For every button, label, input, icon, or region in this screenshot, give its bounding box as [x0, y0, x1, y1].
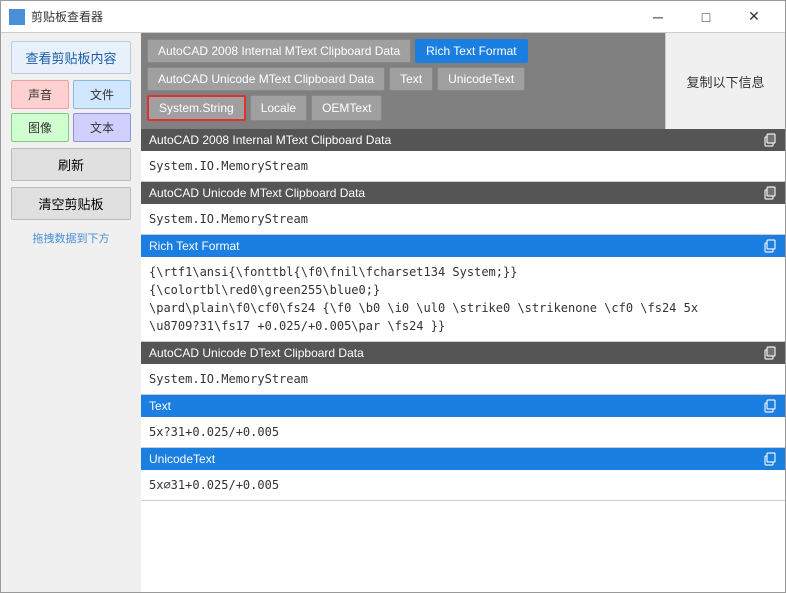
- main-content: 查看剪贴板内容 声音 文件 图像 文本 刷新 清空剪贴板 拖拽数据到下方 Aut…: [1, 33, 785, 592]
- section-autocad-unicode-mtext: AutoCAD Unicode MText Clipboard Data Sys…: [141, 182, 785, 235]
- format-btn-autocad-unicode-mtext[interactable]: AutoCAD Unicode MText Clipboard Data: [147, 67, 385, 91]
- copy-icon-text[interactable]: [763, 399, 777, 413]
- section-text: Text 5x?31+0.025/+0.005: [141, 395, 785, 448]
- section-body-autocad-dtext: System.IO.MemoryStream: [141, 364, 785, 394]
- window-controls: ─ □ ✕: [635, 3, 777, 31]
- sidebar: 查看剪贴板内容 声音 文件 图像 文本 刷新 清空剪贴板 拖拽数据到下方: [1, 33, 141, 592]
- content-list[interactable]: AutoCAD 2008 Internal MText Clipboard Da…: [141, 129, 785, 592]
- image-button[interactable]: 图像: [11, 113, 69, 142]
- window-title: 剪贴板查看器: [31, 8, 635, 25]
- copy-icon-autocad-dtext[interactable]: [763, 346, 777, 360]
- maximize-button[interactable]: □: [683, 3, 729, 31]
- section-body-autocad-unicode-mtext: System.IO.MemoryStream: [141, 204, 785, 234]
- format-area: AutoCAD 2008 Internal MText Clipboard Da…: [141, 33, 665, 129]
- section-title-rtf: Rich Text Format: [149, 239, 239, 253]
- format-btn-system-string[interactable]: System.String: [147, 95, 246, 121]
- section-body-autocad2008: System.IO.MemoryStream: [141, 151, 785, 181]
- format-row-1: AutoCAD 2008 Internal MText Clipboard Da…: [147, 39, 659, 63]
- section-body-unicodetext: 5x∅31+0.025/+0.005: [141, 470, 785, 500]
- format-btn-text[interactable]: Text: [389, 67, 433, 91]
- section-body-rtf: {\rtf1\ansi{\fonttbl{\f0\fnil\fcharset13…: [141, 257, 785, 341]
- copy-icon-rtf[interactable]: [763, 239, 777, 253]
- section-rtf: Rich Text Format {\rtf1\ansi{\fonttbl{\f…: [141, 235, 785, 342]
- section-header-autocad-dtext: AutoCAD Unicode DText Clipboard Data: [141, 342, 785, 364]
- copy-info-panel: 复制以下信息: [665, 33, 785, 129]
- section-header-text: Text: [141, 395, 785, 417]
- format-row-3: System.String Locale OEMText: [147, 95, 659, 121]
- section-autocad-dtext: AutoCAD Unicode DText Clipboard Data Sys…: [141, 342, 785, 395]
- top-bar: AutoCAD 2008 Internal MText Clipboard Da…: [141, 33, 785, 129]
- copy-icon-unicodetext[interactable]: [763, 452, 777, 466]
- right-panel: AutoCAD 2008 Internal MText Clipboard Da…: [141, 33, 785, 592]
- titlebar: 剪贴板查看器 ─ □ ✕: [1, 1, 785, 33]
- clear-clipboard-button[interactable]: 清空剪贴板: [11, 187, 131, 220]
- copy-icon-autocad-unicode-mtext[interactable]: [763, 186, 777, 200]
- section-header-rtf: Rich Text Format: [141, 235, 785, 257]
- format-btn-unicodetext[interactable]: UnicodeText: [437, 67, 525, 91]
- section-title-autocad2008: AutoCAD 2008 Internal MText Clipboard Da…: [149, 133, 391, 147]
- view-clipboard-button[interactable]: 查看剪贴板内容: [11, 41, 131, 74]
- format-btn-oemtext[interactable]: OEMText: [311, 95, 382, 121]
- app-icon: [9, 9, 25, 25]
- section-unicodetext: UnicodeText 5x∅31+0.025/+0.005: [141, 448, 785, 501]
- main-window: 剪贴板查看器 ─ □ ✕ 查看剪贴板内容 声音 文件 图像 文本 刷新 清空剪贴…: [0, 0, 786, 593]
- minimize-button[interactable]: ─: [635, 3, 681, 31]
- section-header-unicodetext: UnicodeText: [141, 448, 785, 470]
- text-button[interactable]: 文本: [73, 113, 131, 142]
- section-body-text: 5x?31+0.025/+0.005: [141, 417, 785, 447]
- copy-icon-autocad2008[interactable]: [763, 133, 777, 147]
- sound-button[interactable]: 声音: [11, 80, 69, 109]
- format-btn-autocad2008-mtext[interactable]: AutoCAD 2008 Internal MText Clipboard Da…: [147, 39, 411, 63]
- section-title-autocad-dtext: AutoCAD Unicode DText Clipboard Data: [149, 346, 364, 360]
- section-header-autocad2008: AutoCAD 2008 Internal MText Clipboard Da…: [141, 129, 785, 151]
- section-title-text: Text: [149, 399, 171, 413]
- close-button[interactable]: ✕: [731, 3, 777, 31]
- format-btn-locale[interactable]: Locale: [250, 95, 307, 121]
- drag-hint: 拖拽数据到下方: [33, 230, 110, 246]
- file-button[interactable]: 文件: [73, 80, 131, 109]
- section-header-autocad-unicode-mtext: AutoCAD Unicode MText Clipboard Data: [141, 182, 785, 204]
- section-title-unicodetext: UnicodeText: [149, 452, 215, 466]
- refresh-button[interactable]: 刷新: [11, 148, 131, 181]
- section-title-autocad-unicode-mtext: AutoCAD Unicode MText Clipboard Data: [149, 186, 365, 200]
- section-autocad2008-mtext: AutoCAD 2008 Internal MText Clipboard Da…: [141, 129, 785, 182]
- media-type-grid: 声音 文件 图像 文本: [11, 80, 131, 142]
- format-btn-rich-text[interactable]: Rich Text Format: [415, 39, 527, 63]
- format-row-2: AutoCAD Unicode MText Clipboard Data Tex…: [147, 67, 659, 91]
